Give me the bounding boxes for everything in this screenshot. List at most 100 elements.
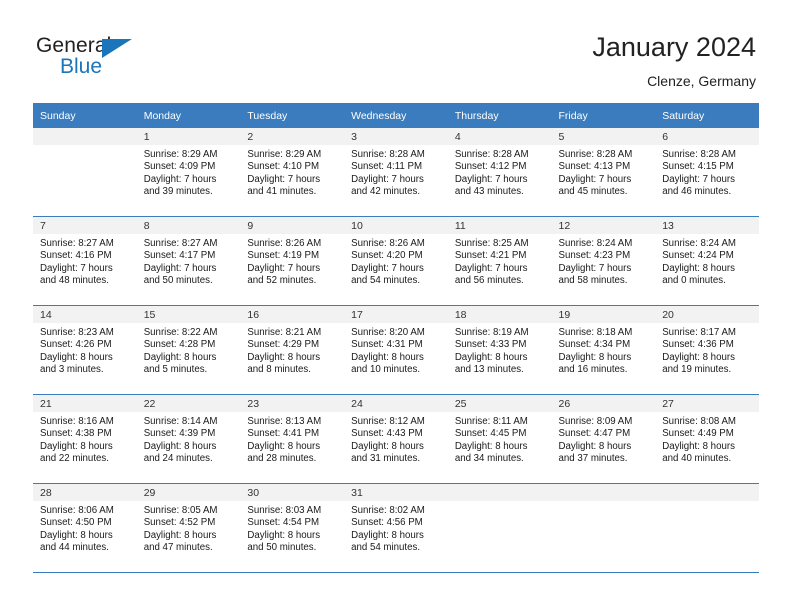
sunset-text: Sunset: 4:56 PM bbox=[351, 517, 423, 529]
day-cell[interactable]: 19 Sunrise: 8:18 AM Sunset: 4:34 PM Dayligh… bbox=[551, 306, 656, 395]
sunset-text: Sunset: 4:20 PM bbox=[351, 250, 423, 262]
day-cell[interactable]: 3 Sunrise: 8:28 AM Sunset: 4:11 PM Daylight… bbox=[344, 128, 448, 217]
day-cell[interactable]: 31 Sunrise: 8:02 AM Sunset: 4:56 PM Dayligh… bbox=[344, 484, 448, 573]
day-cell[interactable]: 12 Sunrise: 8:24 AM Sunset: 4:23 PM Dayligh… bbox=[551, 217, 656, 306]
sunrise-text: Sunrise: 8:28 AM bbox=[662, 149, 736, 160]
day-cell[interactable]: 9 Sunrise: 8:26 AM Sunset: 4:19 PM Daylight… bbox=[240, 217, 345, 306]
day-cell[interactable]: 26 Sunrise: 8:09 AM Sunset: 4:47 PM Dayligh… bbox=[551, 395, 656, 484]
daylight-text-line1: Daylight: 7 hours bbox=[454, 262, 528, 274]
day-cell[interactable]: 5 Sunrise: 8:28 AM Sunset: 4:13 PM Daylight… bbox=[551, 128, 656, 217]
daylight-text-line2: and 10 minutes. bbox=[351, 364, 421, 376]
day-cell[interactable]: 18 Sunrise: 8:19 AM Sunset: 4:33 PM Dayligh… bbox=[447, 306, 552, 395]
daylight-text-line1: Daylight: 7 hours bbox=[558, 173, 632, 185]
day-cell[interactable]: 7 Sunrise: 8:27 AM Sunset: 4:16 PM Daylight… bbox=[33, 217, 137, 306]
sunset-text: Sunset: 4:21 PM bbox=[454, 250, 527, 262]
calendar-header-row: Sunday Monday Tuesday Wednesday Thursday… bbox=[33, 103, 759, 128]
weekday-header-tuesday: Tuesday bbox=[240, 103, 345, 128]
daylight-text-line1: Daylight: 8 hours bbox=[351, 351, 424, 363]
day-cell[interactable]: 1 Sunrise: 8:29 AM Sunset: 4:09 PM Daylight… bbox=[136, 128, 241, 217]
day-cell[interactable] bbox=[447, 484, 552, 573]
weekday-header-wednesday: Wednesday bbox=[344, 103, 448, 128]
day-cell[interactable]: 27 Sunrise: 8:08 AM Sunset: 4:49 PM Dayligh… bbox=[655, 395, 759, 484]
day-cell[interactable]: 21 Sunrise: 8:16 AM Sunset: 4:38 PM Dayligh… bbox=[33, 395, 137, 484]
sunset-text: Sunset: 4:31 PM bbox=[351, 339, 423, 351]
daylight-text-line2: and 37 minutes. bbox=[558, 453, 628, 465]
day-cell[interactable]: 4 Sunrise: 8:28 AM Sunset: 4:12 PM Daylight… bbox=[447, 128, 552, 217]
day-cell[interactable]: 16 Sunrise: 8:21 AM Sunset: 4:29 PM Dayligh… bbox=[240, 306, 345, 395]
calendar-week-row: 28 Sunrise: 8:06 AM Sunset: 4:50 PM Dayligh… bbox=[33, 484, 759, 573]
calendar-week-row: 1 Sunrise: 8:29 AM Sunset: 4:09 PM Daylight… bbox=[33, 128, 759, 217]
calendar-week-row: 21 Sunrise: 8:16 AM Sunset: 4:38 PM Dayligh… bbox=[33, 395, 759, 484]
sunrise-text: Sunrise: 8:09 AM bbox=[558, 416, 633, 427]
page-header: General Blue January 2024 Clenze, German… bbox=[0, 0, 792, 103]
daylight-text-line2: and 43 minutes. bbox=[454, 186, 524, 198]
day-number: 29 bbox=[136, 484, 241, 501]
day-cell[interactable]: 6 Sunrise: 8:28 AM Sunset: 4:15 PM Daylight… bbox=[655, 128, 759, 217]
sunrise-text: Sunrise: 8:08 AM bbox=[662, 416, 736, 427]
day-number bbox=[447, 484, 552, 501]
day-cell[interactable] bbox=[655, 484, 759, 573]
day-cell[interactable]: 10 Sunrise: 8:26 AM Sunset: 4:20 PM Dayligh… bbox=[344, 217, 448, 306]
sunrise-text: Sunrise: 8:28 AM bbox=[454, 149, 529, 160]
sunrise-text: Sunrise: 8:29 AM bbox=[143, 149, 218, 160]
sunset-text: Sunset: 4:24 PM bbox=[662, 250, 734, 262]
sunrise-text: Sunrise: 8:11 AM bbox=[454, 416, 528, 427]
day-number: 31 bbox=[344, 484, 448, 501]
day-number: 11 bbox=[447, 217, 552, 234]
sunrise-text: Sunrise: 8:03 AM bbox=[247, 505, 322, 516]
sunrise-text: Sunrise: 8:20 AM bbox=[351, 327, 425, 338]
sunrise-text: Sunrise: 8:21 AM bbox=[247, 327, 322, 338]
sunrise-text: Sunrise: 8:06 AM bbox=[40, 505, 114, 516]
daylight-text-line2: and 16 minutes. bbox=[558, 364, 628, 376]
daylight-text-line2: and 5 minutes. bbox=[143, 364, 208, 376]
day-number: 26 bbox=[551, 395, 656, 412]
day-cell[interactable]: 13 Sunrise: 8:24 AM Sunset: 4:24 PM Dayligh… bbox=[655, 217, 759, 306]
day-cell[interactable]: 17 Sunrise: 8:20 AM Sunset: 4:31 PM Dayligh… bbox=[344, 306, 448, 395]
daylight-text-line1: Daylight: 8 hours bbox=[454, 440, 528, 452]
sunrise-text: Sunrise: 8:23 AM bbox=[40, 327, 114, 338]
day-cell[interactable]: 2 Sunrise: 8:29 AM Sunset: 4:10 PM Daylight… bbox=[240, 128, 345, 217]
daylight-text-line2: and 0 minutes. bbox=[662, 275, 726, 287]
day-cell[interactable]: 14 Sunrise: 8:23 AM Sunset: 4:26 PM Dayligh… bbox=[33, 306, 137, 395]
day-cell[interactable]: 30 Sunrise: 8:03 AM Sunset: 4:54 PM Dayligh… bbox=[240, 484, 345, 573]
day-cell[interactable]: 20 Sunrise: 8:17 AM Sunset: 4:36 PM Dayligh… bbox=[655, 306, 759, 395]
general-blue-logo[interactable]: General Blue bbox=[36, 34, 216, 88]
daylight-text-line1: Daylight: 8 hours bbox=[40, 529, 113, 541]
daylight-text-line1: Daylight: 8 hours bbox=[143, 529, 217, 541]
daylight-text-line2: and 48 minutes. bbox=[40, 275, 109, 287]
day-cell[interactable]: 11 Sunrise: 8:25 AM Sunset: 4:21 PM Dayligh… bbox=[447, 217, 552, 306]
daylight-text-line1: Daylight: 8 hours bbox=[662, 262, 735, 274]
day-number: 8 bbox=[136, 217, 241, 234]
day-cell[interactable]: 29 Sunrise: 8:05 AM Sunset: 4:52 PM Dayligh… bbox=[136, 484, 241, 573]
day-cell[interactable]: 24 Sunrise: 8:12 AM Sunset: 4:43 PM Dayligh… bbox=[344, 395, 448, 484]
sunset-text: Sunset: 4:29 PM bbox=[247, 339, 320, 351]
day-number: 3 bbox=[344, 128, 448, 145]
daylight-text-line1: Daylight: 7 hours bbox=[351, 173, 424, 185]
sunrise-text: Sunrise: 8:27 AM bbox=[40, 238, 114, 249]
daylight-text-line2: and 50 minutes. bbox=[143, 275, 213, 287]
calendar-week-row: 14 Sunrise: 8:23 AM Sunset: 4:26 PM Dayligh… bbox=[33, 306, 759, 395]
day-number: 22 bbox=[136, 395, 241, 412]
daylight-text-line1: Daylight: 8 hours bbox=[143, 440, 217, 452]
day-cell[interactable]: 25 Sunrise: 8:11 AM Sunset: 4:45 PM Dayligh… bbox=[447, 395, 552, 484]
day-cell[interactable] bbox=[33, 128, 137, 217]
logo-triangle-icon bbox=[102, 39, 132, 58]
daylight-text-line1: Daylight: 7 hours bbox=[143, 262, 217, 274]
day-cell[interactable]: 28 Sunrise: 8:06 AM Sunset: 4:50 PM Dayligh… bbox=[33, 484, 137, 573]
day-cell[interactable]: 15 Sunrise: 8:22 AM Sunset: 4:28 PM Dayligh… bbox=[136, 306, 241, 395]
daylight-text-line2: and 41 minutes. bbox=[247, 186, 317, 198]
day-cell[interactable]: 8 Sunrise: 8:27 AM Sunset: 4:17 PM Daylight… bbox=[136, 217, 241, 306]
daylight-text-line1: Daylight: 8 hours bbox=[247, 529, 321, 541]
day-cell[interactable]: 22 Sunrise: 8:14 AM Sunset: 4:39 PM Dayligh… bbox=[136, 395, 241, 484]
day-number: 23 bbox=[240, 395, 345, 412]
day-cell[interactable] bbox=[551, 484, 656, 573]
day-number bbox=[33, 128, 137, 145]
sunrise-text: Sunrise: 8:26 AM bbox=[247, 238, 322, 249]
sunrise-text: Sunrise: 8:12 AM bbox=[351, 416, 425, 427]
weekday-header-monday: Monday bbox=[136, 103, 241, 128]
day-cell[interactable]: 23 Sunrise: 8:13 AM Sunset: 4:41 PM Dayligh… bbox=[240, 395, 345, 484]
day-number: 9 bbox=[240, 217, 345, 234]
day-number: 16 bbox=[240, 306, 345, 323]
daylight-text-line2: and 44 minutes. bbox=[40, 542, 109, 554]
daylight-text-line2: and 28 minutes. bbox=[247, 453, 317, 465]
